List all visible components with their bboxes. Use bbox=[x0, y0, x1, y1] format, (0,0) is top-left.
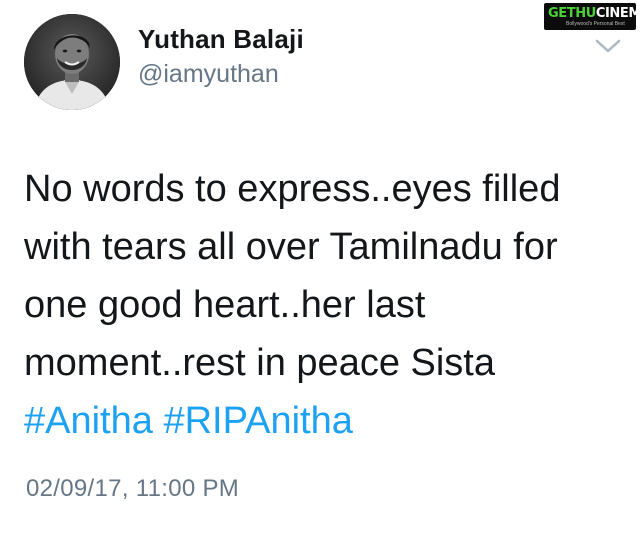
tweet-timestamp[interactable]: 02/09/17, 11:00 PM bbox=[26, 475, 239, 503]
profile-photo-icon bbox=[24, 14, 120, 110]
tweet-line: with tears all over Tamilnadu for bbox=[24, 226, 558, 268]
tweet-line: No words to express..eyes filled bbox=[24, 168, 561, 210]
watermark-tagline: Bollywood's Personal Best bbox=[566, 21, 625, 27]
hashtag-line: #Anitha #RIPAnitha bbox=[24, 392, 624, 450]
tweet-line: moment..rest in peace Sista bbox=[24, 342, 495, 384]
tweet-line: one good heart..her last bbox=[24, 284, 426, 326]
tweet-card: Yuthan Balaji @iamyuthan GETHUCINEMA Bol… bbox=[0, 0, 640, 533]
hashtag-link[interactable]: #RIPAnitha bbox=[163, 400, 352, 442]
display-name[interactable]: Yuthan Balaji bbox=[138, 24, 304, 55]
tweet-text: No words to express..eyes filled with te… bbox=[24, 160, 624, 450]
hashtag-link[interactable]: #Anitha bbox=[24, 400, 153, 442]
chevron-down-icon[interactable] bbox=[594, 38, 622, 54]
user-handle[interactable]: @iamyuthan bbox=[138, 60, 279, 89]
watermark-logo: GETHUCINEMA Bollywood's Personal Best bbox=[544, 3, 640, 30]
watermark-text: GETHUCINEMA bbox=[548, 6, 640, 21]
avatar[interactable] bbox=[24, 14, 120, 110]
